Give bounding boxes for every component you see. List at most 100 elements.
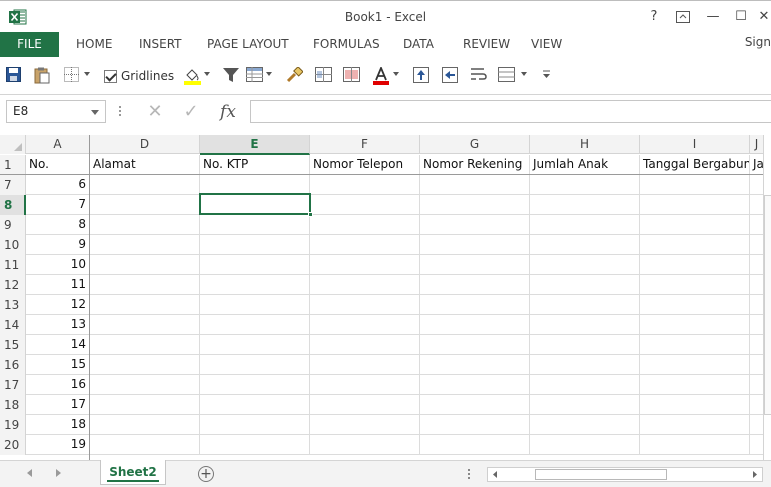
save-button[interactable]: [6, 67, 21, 85]
cell-no[interactable]: 19: [26, 435, 90, 455]
row-header[interactable]: 9: [0, 215, 26, 235]
minimize-button[interactable]: —: [702, 7, 724, 27]
cell-j[interactable]: [750, 175, 764, 195]
tab-insert[interactable]: INSERT: [139, 32, 182, 57]
cell-f[interactable]: [310, 195, 420, 215]
cell-h[interactable]: [530, 435, 640, 455]
fill-handle[interactable]: [308, 212, 313, 217]
cell-d[interactable]: [90, 195, 200, 215]
column-header-a[interactable]: A: [26, 135, 90, 154]
cell-d[interactable]: [90, 375, 200, 395]
cell-i[interactable]: [640, 435, 750, 455]
cell-h[interactable]: [530, 215, 640, 235]
cell-g[interactable]: [420, 435, 530, 455]
cell-i[interactable]: [640, 415, 750, 435]
cell-g[interactable]: [420, 355, 530, 375]
column-header-h[interactable]: H: [530, 135, 640, 154]
cell-i[interactable]: [640, 275, 750, 295]
row-header[interactable]: 15: [0, 335, 26, 355]
cell-i[interactable]: [640, 235, 750, 255]
cell-j[interactable]: [750, 355, 764, 375]
vertical-scroll-thumb[interactable]: [764, 195, 771, 415]
horizontal-scroll-thumb[interactable]: [535, 469, 667, 480]
cell-d[interactable]: [90, 175, 200, 195]
cell-header-j[interactable]: Ja: [750, 155, 764, 175]
cell-f[interactable]: [310, 215, 420, 235]
cell-j[interactable]: [750, 235, 764, 255]
tab-review[interactable]: REVIEW: [463, 32, 510, 57]
cell-g[interactable]: [420, 395, 530, 415]
cell-f[interactable]: [310, 395, 420, 415]
cell-j[interactable]: [750, 435, 764, 455]
cell-j[interactable]: [750, 295, 764, 315]
row-header[interactable]: 10: [0, 235, 26, 255]
cell-no[interactable]: 18: [26, 415, 90, 435]
cell-e[interactable]: [200, 435, 310, 455]
cell-f[interactable]: [310, 335, 420, 355]
gridlines-checkbox[interactable]: [104, 69, 117, 83]
cell-d[interactable]: [90, 275, 200, 295]
cell-h[interactable]: [530, 355, 640, 375]
font-color-dropdown-icon[interactable]: [393, 72, 399, 76]
cell-g[interactable]: [420, 335, 530, 355]
row-header[interactable]: 18: [0, 395, 26, 415]
cell-no[interactable]: 17: [26, 395, 90, 415]
cell-h[interactable]: [530, 395, 640, 415]
row-header[interactable]: 13: [0, 295, 26, 315]
cell-e[interactable]: [200, 275, 310, 295]
cell-e[interactable]: [200, 255, 310, 275]
scroll-right-arrow-icon[interactable]: [748, 469, 761, 480]
row-header[interactable]: 20: [0, 435, 26, 455]
cell-g[interactable]: [420, 235, 530, 255]
sheet-next-arrow-icon[interactable]: [56, 469, 61, 477]
cell-header-no[interactable]: No.: [26, 155, 90, 175]
tab-data[interactable]: DATA: [403, 32, 434, 57]
cell-j[interactable]: [750, 395, 764, 415]
formula-bar-splitter[interactable]: [118, 104, 122, 120]
cancel-entry-button[interactable]: ✕: [144, 102, 166, 122]
cell-d[interactable]: [90, 435, 200, 455]
cell-header-nomor-telepon[interactable]: Nomor Telepon: [310, 155, 420, 175]
cell-f[interactable]: [310, 275, 420, 295]
fill-color-dropdown-icon[interactable]: [204, 72, 210, 76]
cell-e[interactable]: [200, 315, 310, 335]
tab-file[interactable]: FILE: [0, 32, 59, 57]
cell-no[interactable]: 12: [26, 295, 90, 315]
filter-button[interactable]: [223, 67, 239, 85]
cell-d[interactable]: [90, 335, 200, 355]
tab-page-layout[interactable]: PAGE LAYOUT: [207, 32, 289, 57]
cell-no[interactable]: 13: [26, 315, 90, 335]
tab-home[interactable]: HOME: [76, 32, 112, 57]
row-header[interactable]: 8: [0, 195, 26, 215]
column-header-j[interactable]: J: [750, 135, 764, 154]
cell-e[interactable]: [200, 415, 310, 435]
add-sheet-button[interactable]: +: [198, 466, 214, 482]
cell-j[interactable]: [750, 315, 764, 335]
horizontal-scrollbar[interactable]: [487, 467, 763, 482]
sort-left-button[interactable]: [442, 67, 458, 85]
cell-h[interactable]: [530, 295, 640, 315]
cell-i[interactable]: [640, 295, 750, 315]
cell-g[interactable]: [420, 195, 530, 215]
cell-g[interactable]: [420, 215, 530, 235]
cell-h[interactable]: [530, 335, 640, 355]
row-header[interactable]: 16: [0, 355, 26, 375]
cell-i[interactable]: [640, 255, 750, 275]
cell-d[interactable]: [90, 215, 200, 235]
cell-no[interactable]: 15: [26, 355, 90, 375]
cell-d[interactable]: [90, 355, 200, 375]
cell-f[interactable]: [310, 295, 420, 315]
cell-f[interactable]: [310, 175, 420, 195]
row-header[interactable]: 11: [0, 255, 26, 275]
help-button[interactable]: ?: [643, 7, 665, 27]
table-format-dropdown-icon[interactable]: [266, 72, 272, 76]
active-cell-selection[interactable]: [199, 193, 313, 217]
column-header-d[interactable]: D: [90, 135, 200, 154]
cell-g[interactable]: [420, 415, 530, 435]
borders-dropdown-icon[interactable]: [84, 72, 90, 76]
cell-d[interactable]: [90, 395, 200, 415]
cell-e[interactable]: [200, 215, 310, 235]
cell-no[interactable]: 11: [26, 275, 90, 295]
cell-f[interactable]: [310, 315, 420, 335]
cell-no[interactable]: 8: [26, 215, 90, 235]
